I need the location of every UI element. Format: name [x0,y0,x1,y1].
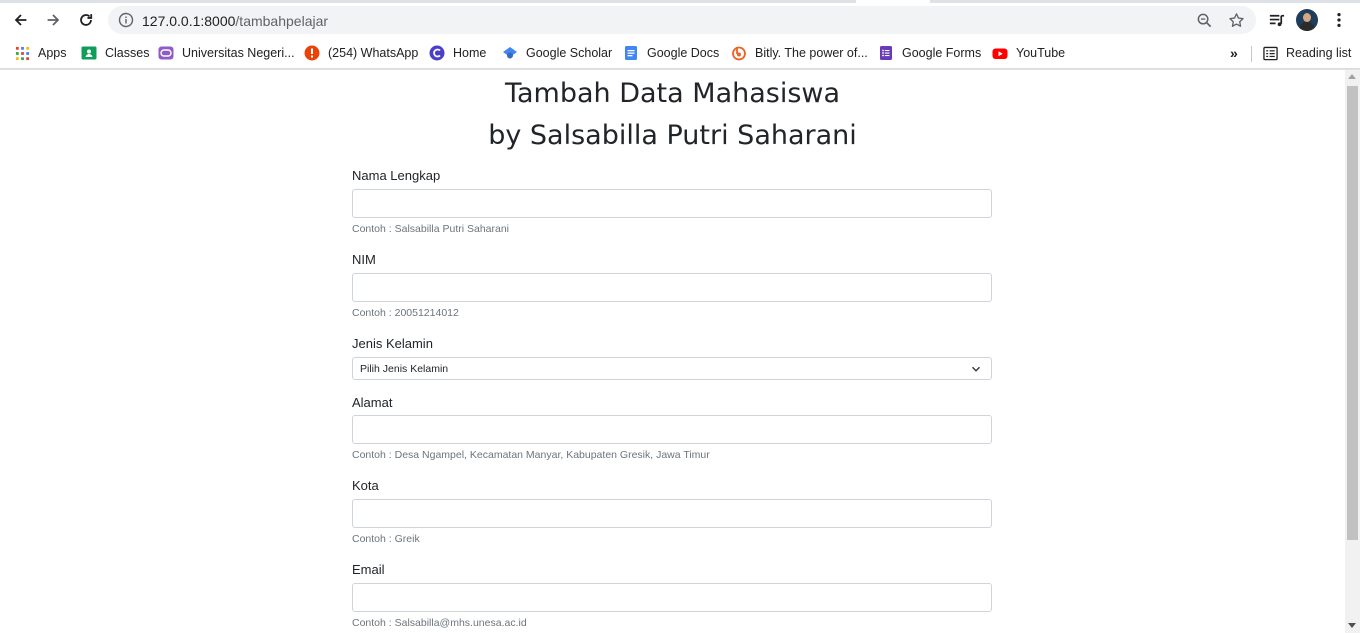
browser-chrome: 127.0.0.1:8000/tambahpelajar Apps Classe… [0,0,1360,70]
google-forms-icon [878,45,894,61]
university-icon [158,45,174,61]
bookmark-label: Google Docs [647,46,720,60]
jenis-kelamin-selected: Pilih Jenis Kelamin [360,362,449,375]
bookmark-google-docs[interactable]: Google Docs [623,43,719,63]
page-title-line-2: by Salsabilla Putri Saharani [488,120,857,151]
google-classroom-icon [81,45,97,61]
home-site-icon [429,45,445,61]
apps-grid-icon [14,45,30,61]
kota-input[interactable] [352,499,992,528]
google-scholar-icon [502,45,518,61]
nim-help-text: Contoh : 20051214012 [352,307,459,319]
address-bar[interactable]: 127.0.0.1:8000/tambahpelajar [108,6,1256,34]
page-scrollbar[interactable] [1345,70,1360,633]
page-viewport: Tambah Data Mahasiswa by Salsabilla Putr… [0,70,1345,633]
jenis-kelamin-select[interactable]: Pilih Jenis Kelamin [352,357,992,380]
bookmark-apps[interactable]: Apps [14,43,67,63]
back-button[interactable] [8,7,34,33]
bookmark-home[interactable]: Home [429,43,486,63]
bookmark-classes[interactable]: Classes [81,43,149,63]
bookmarks-overflow-button[interactable]: » [1230,43,1238,63]
media-controls-button[interactable] [1264,8,1288,32]
bookmark-label: Google Scholar [526,46,613,60]
reload-button[interactable] [73,7,99,33]
alamat-help-text: Contoh : Desa Ngampel, Kecamatan Manyar,… [352,449,710,461]
bookmark-label: Google Forms [902,46,982,60]
arrow-right-icon [47,14,60,26]
nama-label: Nama Lengkap [352,168,441,183]
bookmarks-bar: Apps Classes Universitas Negeri... (254)… [0,36,1360,69]
scroll-down-arrow-icon[interactable] [1348,623,1356,628]
reading-list-button[interactable]: Reading list [1262,43,1351,63]
bookmark-bitly[interactable]: Bitly. The power of... [731,43,868,63]
alamat-label: Alamat [352,395,393,410]
bookmark-label: Universitas Negeri... [182,46,295,60]
star-icon [1228,12,1244,27]
kota-help-text: Contoh : Greik [352,533,420,545]
page-title-line-1: Tambah Data Mahasiswa [504,78,841,109]
browser-menu-button[interactable] [1327,8,1351,32]
email-label: Email [352,562,385,577]
bookmark-label: Classes [105,46,150,60]
bookmark-google-scholar[interactable]: Google Scholar [502,43,612,63]
reading-list-icon [1262,45,1278,61]
scroll-up-arrow-icon[interactable] [1348,74,1356,79]
profile-avatar[interactable] [1296,9,1318,31]
email-input[interactable] [352,583,992,612]
bookmark-label: Bitly. The power of... [755,46,868,60]
browser-toolbar: 127.0.0.1:8000/tambahpelajar [0,3,1360,36]
nama-input[interactable] [352,189,992,218]
kota-label: Kota [352,478,379,493]
chevron-down-icon [972,366,980,372]
bookmark-whatsapp[interactable]: (254) WhatsApp [304,43,418,63]
zoom-button[interactable] [1194,10,1214,30]
info-icon[interactable] [118,12,134,28]
email-help-text: Contoh : Salsabilla@mhs.unesa.ac.id [352,617,527,629]
arrow-left-icon [14,14,27,26]
nim-label: NIM [352,252,376,267]
zoom-icon [1197,13,1211,27]
url-text[interactable]: 127.0.0.1:8000/tambahpelajar [142,13,328,29]
bookmark-label: Home [453,46,487,60]
nim-input[interactable] [352,273,992,302]
bookmark-label: (254) WhatsApp [328,46,419,60]
bookmark-youtube[interactable]: YouTube [992,43,1065,63]
playlist-icon [1269,14,1284,26]
avatar-body [1299,22,1315,31]
reading-list-label: Reading list [1286,46,1352,60]
jenis-kelamin-label: Jenis Kelamin [352,336,433,351]
nama-help-text: Contoh : Salsabilla Putri Saharani [352,223,510,235]
bookmark-google-forms[interactable]: Google Forms [878,43,981,63]
scrollbar-thumb[interactable] [1347,86,1358,540]
page-title: Tambah Data Mahasiswa by Salsabilla Putr… [0,73,1345,157]
bookmark-universitas[interactable]: Universitas Negeri... [158,43,295,63]
alamat-input[interactable] [352,415,992,444]
whatsapp-icon [304,45,320,61]
bookmark-label: Apps [38,46,67,60]
bookmarks-separator [1251,46,1252,62]
avatar-face [1303,13,1311,22]
bookmark-label: YouTube [1016,46,1066,60]
youtube-icon [992,45,1008,61]
forward-button[interactable] [40,7,66,33]
url-path: /tambahpelajar [235,13,329,29]
reload-icon [80,14,93,26]
url-host: 127.0.0.1:8000 [142,13,236,29]
google-docs-icon [623,45,639,61]
bitly-icon [731,45,747,61]
bookmark-star-button[interactable] [1226,10,1246,30]
vertical-dots-icon [1337,12,1341,28]
